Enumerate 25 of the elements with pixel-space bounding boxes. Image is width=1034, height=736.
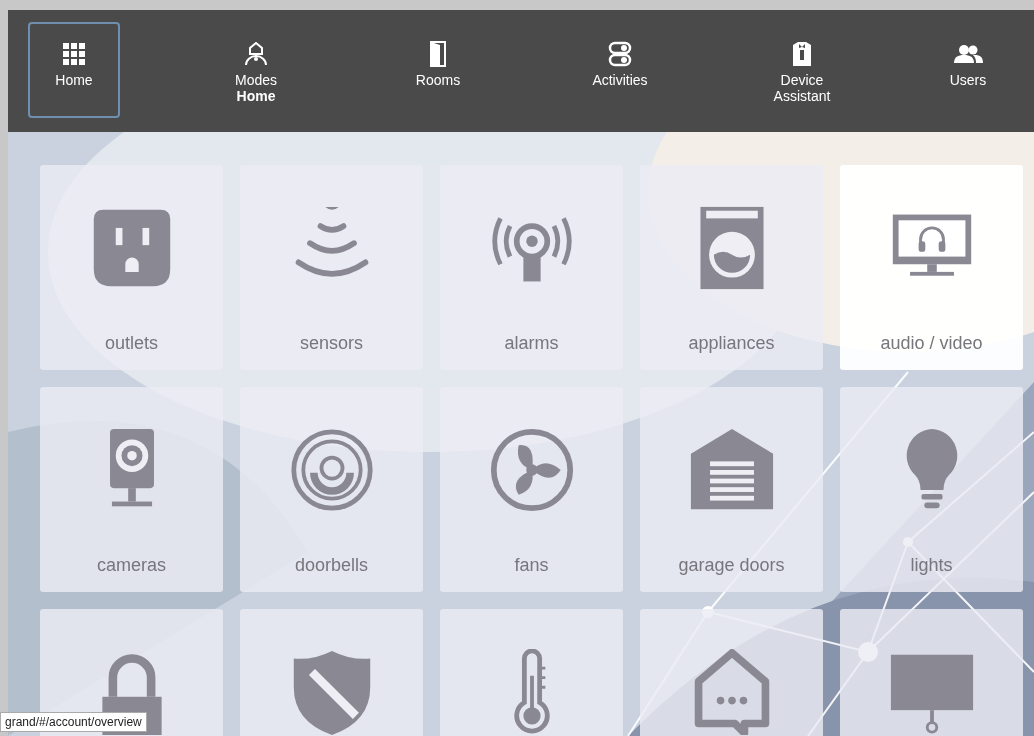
category-tile[interactable]: alarms (440, 165, 623, 370)
grid-icon (62, 42, 86, 66)
nav-tab[interactable]: Modes Home (210, 22, 302, 118)
status-url: grand/#/account/overview (0, 712, 147, 732)
category-tile[interactable]: lights (840, 387, 1023, 592)
category-tile[interactable]: audio / video (840, 165, 1023, 370)
category-tile[interactable]: doorbells (240, 387, 423, 592)
nav-tab[interactable]: Users (938, 22, 998, 118)
ring-doorbell-icon (288, 427, 375, 513)
users-icon (953, 44, 983, 64)
category-tile[interactable]: cameras (40, 387, 223, 592)
fan-icon (488, 427, 575, 513)
toggle-icon (608, 41, 632, 67)
nav-tab[interactable]: Device Assistant (756, 22, 848, 118)
category-tile[interactable]: garage doors (640, 387, 823, 592)
door-icon (430, 41, 446, 67)
tuxedo-icon (791, 41, 813, 67)
category-tile[interactable]: sensors (240, 165, 423, 370)
house-person-icon (244, 42, 268, 66)
nav-tab[interactable]: Rooms (392, 22, 484, 118)
category-tile[interactable]: appliances (640, 165, 823, 370)
category-tile[interactable]: fans (440, 387, 623, 592)
nav-tab[interactable]: Home (28, 22, 120, 118)
nav-tab[interactable]: Activities (574, 22, 666, 118)
category-tile[interactable]: outlets (40, 165, 223, 370)
